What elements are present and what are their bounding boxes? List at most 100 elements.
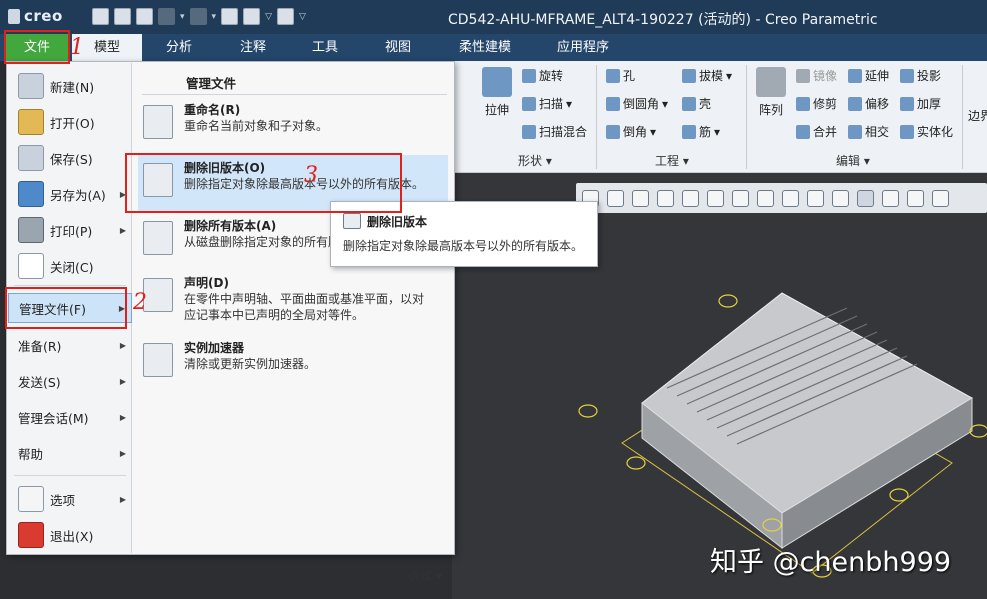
menu-item-label: 选项	[50, 492, 76, 508]
tab-tools[interactable]: 工具	[296, 34, 354, 61]
revolve-button[interactable]: 旋转	[522, 67, 563, 84]
solidify-button[interactable]: 实体化	[900, 123, 953, 140]
menu-item-label: 打印(P)	[50, 223, 93, 239]
ribbon-separator	[962, 65, 963, 169]
csys-display-icon[interactable]	[882, 189, 899, 207]
project-button[interactable]: 投影	[900, 67, 941, 84]
thicken-button[interactable]: 加厚	[900, 95, 941, 112]
undo-dropdown-icon[interactable]: ▾	[180, 12, 185, 22]
menu-item-open[interactable]: 打开(O)	[8, 105, 132, 139]
menu-item-label: 保存(S)	[50, 151, 93, 167]
editing-group-label[interactable]: 编辑 ▾	[836, 152, 870, 169]
windows-dropdown-icon[interactable]: ▽	[265, 12, 272, 22]
datum-display-icon[interactable]	[807, 189, 824, 207]
engineering-group-label[interactable]: 工程 ▾	[655, 152, 689, 169]
submenu-item-rename[interactable]: 重命名(R) 重命名当前对象和子对象。	[138, 97, 448, 155]
tab-annotate[interactable]: 注释	[224, 34, 282, 61]
spin-center-icon[interactable]	[857, 189, 874, 207]
pattern-button[interactable]: 阵列	[756, 67, 786, 118]
merge-label: 合并	[813, 125, 838, 139]
zoom-out-icon[interactable]	[632, 189, 649, 207]
menu-item-manage-session[interactable]: 管理会话(M) ▶	[8, 402, 132, 432]
customize-qat-icon[interactable]: ▽	[299, 12, 306, 22]
menu-item-prepare[interactable]: 准备(R) ▶	[8, 330, 132, 360]
extend-button[interactable]: 延伸	[848, 67, 889, 84]
delete-old-versions-icon	[343, 213, 361, 229]
chamfer-button[interactable]: 倒角 ▾	[606, 123, 656, 140]
project-label: 投影	[917, 69, 942, 83]
debug-button[interactable]: 调试 ▾	[408, 567, 442, 584]
reorient-icon[interactable]	[682, 189, 699, 207]
annotation-display-icon[interactable]	[832, 189, 849, 207]
solidify-icon	[900, 124, 914, 139]
menu-item-close[interactable]: 关闭(C)	[8, 249, 132, 283]
extrude-label: 拉伸	[484, 103, 509, 117]
display-style-icon[interactable]	[707, 189, 724, 207]
saved-views-icon[interactable]	[732, 189, 749, 207]
close-icon	[18, 253, 44, 279]
open-icon[interactable]	[114, 8, 131, 25]
shape-group-label[interactable]: 形状 ▾	[518, 152, 552, 169]
tab-applications[interactable]: 应用程序	[548, 34, 618, 61]
repaint-icon[interactable]	[657, 189, 674, 207]
submenu-item-instance-accelerator[interactable]: 实例加速器 清除或更新实例加速器。	[138, 335, 448, 393]
boundary-button[interactable]: 边界	[968, 107, 987, 124]
tab-flexible-modeling[interactable]: 柔性建模	[450, 34, 520, 61]
windows-icon[interactable]	[243, 8, 261, 25]
rib-button[interactable]: 筋 ▾	[682, 123, 720, 140]
window-title: CD542-AHU-MFRAME_ALT4-190227 (活动的) - Cre…	[448, 12, 878, 28]
menu-item-save-as[interactable]: 另存为(A) ▶	[8, 177, 132, 211]
project-icon	[900, 68, 914, 83]
tab-view[interactable]: 视图	[369, 34, 427, 61]
offset-button[interactable]: 偏移	[848, 95, 889, 112]
extend-label: 延伸	[865, 69, 890, 83]
intersect-label: 相交	[865, 125, 890, 139]
undo-icon[interactable]	[158, 8, 175, 25]
tab-analysis[interactable]: 分析	[150, 34, 208, 61]
redo-dropdown-icon[interactable]: ▾	[212, 12, 217, 22]
warning-icon[interactable]	[907, 189, 924, 207]
submenu-arrow-icon: ▶	[119, 494, 126, 504]
annotation-box-file-tab	[4, 30, 70, 64]
menu-item-send[interactable]: 发送(S) ▶	[8, 366, 132, 396]
submenu-item-declare[interactable]: 声明(D) 在零件中声明轴、平面曲面或基准平面，以对应记事本中已声明的全局对等件…	[138, 270, 448, 332]
exit-icon	[18, 522, 44, 548]
tooltip-desc: 删除指定对象除最高版本号以外的所有版本。	[343, 239, 584, 253]
trim-button[interactable]: 修剪	[796, 95, 837, 112]
menu-item-save[interactable]: 保存(S)	[8, 141, 132, 175]
menu-item-exit[interactable]: 退出(X)	[8, 518, 132, 552]
round-icon	[606, 96, 620, 111]
draft-icon	[682, 68, 696, 83]
view-manager-icon[interactable]	[757, 189, 774, 207]
merge-button[interactable]: 合并	[796, 123, 837, 140]
round-button[interactable]: 倒圆角 ▾	[606, 95, 668, 112]
zoom-in-icon[interactable]	[607, 189, 624, 207]
shell-button[interactable]: 壳	[682, 95, 711, 112]
menu-item-label: 退出(X)	[50, 528, 94, 544]
annotation-box-delete-old-versions	[125, 153, 402, 213]
close-window-icon[interactable]	[276, 8, 294, 25]
save-icon[interactable]	[136, 8, 153, 25]
perspective-icon[interactable]	[782, 189, 799, 207]
draft-button[interactable]: 拔模 ▾	[682, 67, 732, 84]
pause-icon[interactable]	[932, 189, 949, 207]
extrude-button[interactable]: 拉伸	[482, 67, 512, 118]
redo-icon[interactable]	[189, 8, 207, 25]
menu-item-options[interactable]: 选项 ▶	[8, 482, 132, 516]
hole-button[interactable]: 孔	[606, 67, 635, 84]
hole-label: 孔	[623, 69, 636, 83]
swept-blend-button[interactable]: 扫描混合	[522, 123, 587, 140]
extend-icon	[848, 68, 862, 83]
extrude-icon	[482, 67, 512, 97]
new-icon[interactable]	[92, 8, 109, 25]
solidify-label: 实体化	[917, 125, 954, 139]
regenerate-icon[interactable]	[221, 8, 239, 25]
menu-item-print[interactable]: 打印(P) ▶	[8, 213, 132, 247]
ribbon-tabs: 文件 模型 分析 注释 工具 视图 柔性建模 应用程序	[0, 34, 987, 61]
sweep-button[interactable]: 扫描 ▾	[522, 95, 572, 112]
menu-item-new[interactable]: 新建(N)	[8, 69, 132, 103]
sweep-label: 扫描	[539, 97, 564, 111]
intersect-button[interactable]: 相交	[848, 123, 889, 140]
menu-item-help[interactable]: 帮助 ▶	[8, 438, 132, 468]
mirror-button[interactable]: 镜像	[796, 67, 837, 84]
